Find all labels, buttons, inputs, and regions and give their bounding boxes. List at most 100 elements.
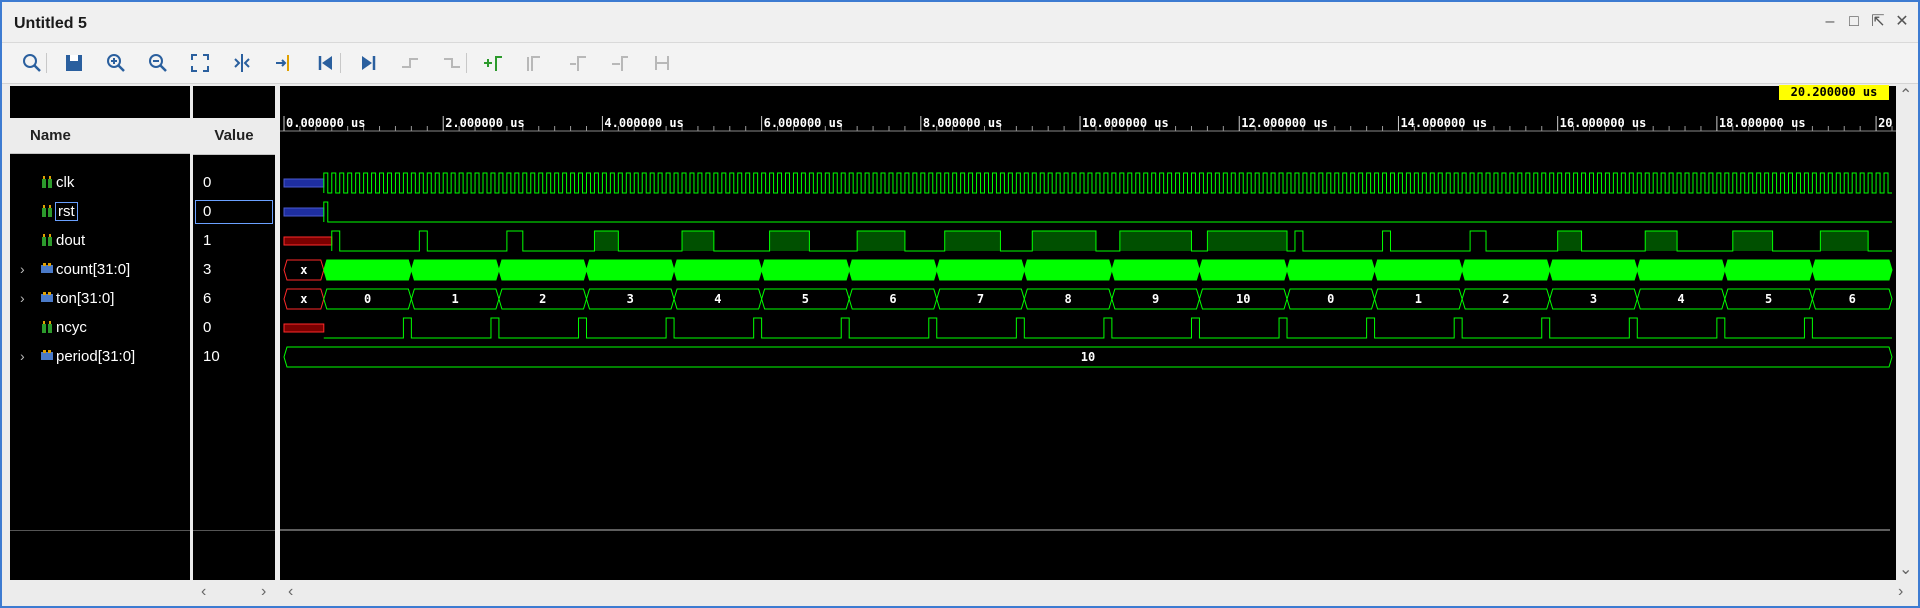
ton-bus-label: 5 [1765,292,1772,306]
search-icon[interactable] [20,51,44,75]
signal-value-row[interactable]: 1 [193,227,275,255]
go-to-cursor-icon[interactable] [272,51,296,75]
signal-row[interactable]: › period[31:0] [10,343,190,371]
count-bus-segment [498,259,588,281]
toolbar-separator [46,53,47,73]
waveform-canvas[interactable]: 0.000000 us 2.000000 us 4.000000 us 6.00000… [280,86,1896,580]
scroll-right-icon[interactable]: › [1898,582,1903,602]
close-icon[interactable]: ✕ [1892,12,1912,32]
count-bus-segment [585,259,675,281]
dout-high-fill [1732,231,1773,251]
chevron-right-icon[interactable]: › [20,348,25,364]
time-tick-label: 16.000000 us [1560,116,1647,130]
signal-value: 0 [203,319,212,336]
zoom-out-icon[interactable] [146,51,170,75]
bit-signal-icon [40,175,54,189]
maximize-icon[interactable]: □ [1844,12,1864,32]
chevron-right-icon[interactable]: › [20,290,25,306]
value-column-header[interactable]: Value [193,118,275,155]
fix-cursor-icon[interactable] [650,51,674,75]
signal-row[interactable]: clk [10,169,190,197]
signal-value-row[interactable]: 6 [193,285,275,313]
scroll-up-icon[interactable]: ⌃ [1899,86,1912,106]
swap-cursors-icon[interactable] [608,51,632,75]
ton-bus-label: 6 [1849,292,1856,306]
ton-bus-label: 4 [1677,292,1684,306]
next-marker-icon[interactable] [566,51,590,75]
signal-row[interactable]: › count[31:0] [10,256,190,284]
dout-high-fill [857,231,905,251]
signal-name-panel: Name clk rst dout › count[31:0] › ton[31:0] ncy… [10,86,190,580]
ton-bus-label: 1 [1415,292,1422,306]
previous-transition-icon[interactable] [398,51,422,75]
bus-signal-icon [40,291,54,305]
count-bus-segment [1811,259,1893,281]
rst-waveform [323,201,1892,223]
scroll-right-icon[interactable]: › [261,582,266,602]
signal-value: 1 [203,232,212,249]
ton-bus-label: x [300,292,307,306]
zoom-in-icon[interactable] [104,51,128,75]
dout-high-fill [1820,231,1869,251]
ton-bus-label: 8 [1064,292,1071,306]
count-bus-segment [848,259,938,281]
signal-value: 0 [203,203,212,220]
zoom-fit-icon[interactable] [188,51,212,75]
time-tick-label: 20 [1878,116,1892,130]
scroll-left-icon[interactable]: ‹ [201,582,206,602]
time-tick-label: 10.000000 us [1082,116,1169,130]
signal-name: dout [56,232,86,249]
bit-signal-icon [40,204,54,218]
time-tick-label: 14.000000 us [1400,116,1487,130]
time-tick-label: 18.000000 us [1719,116,1806,130]
signal-value-row[interactable]: 3 [193,256,275,284]
signal-value-row[interactable]: 0 [193,198,275,226]
signal-name: count[31:0] [56,261,131,278]
clk-waveform [323,172,1892,194]
signal-row[interactable]: ncyc [10,314,190,342]
signal-value-row[interactable]: 0 [193,314,275,342]
name-column-header[interactable]: Name [10,118,190,154]
dout-high-fill [1645,231,1678,251]
signal-name: ncyc [56,319,87,336]
bus-signal-icon [40,262,54,276]
add-marker-icon[interactable] [482,51,506,75]
count-bus-segment [1111,259,1200,281]
cursor-time-label: 20.200000 us [1779,85,1889,100]
scroll-left-icon[interactable]: ‹ [288,582,293,602]
save-icon[interactable] [62,51,86,75]
signal-value-row[interactable]: 10 [193,343,275,371]
dout-high-fill [769,231,810,251]
ton-bus-label: 4 [714,292,721,306]
previous-marker-icon[interactable] [524,51,548,75]
ton-bus-label: 0 [1327,292,1334,306]
dout-undefined-segment [283,236,333,246]
signal-value: 3 [203,261,212,278]
signal-row[interactable]: rst [10,198,190,226]
chevron-right-icon[interactable]: › [20,261,25,277]
ton-bus-label: 0 [364,292,371,306]
ton-bus-label: 2 [539,292,546,306]
ton-bus-label: 7 [977,292,984,306]
next-transition-icon[interactable] [440,51,464,75]
window-title: Untitled 5 [14,15,87,32]
value-horizontal-scrollbar[interactable]: ‹ › [193,582,275,602]
count-bus-segment [410,259,500,281]
signal-row[interactable]: › ton[31:0] [10,285,190,313]
go-to-last-time-icon[interactable] [356,51,380,75]
restore-icon[interactable]: ⇱ [1868,12,1888,32]
signal-value-row[interactable]: 0 [193,169,275,197]
minimize-icon[interactable]: – [1820,12,1840,32]
title-bar: Untitled 5 – □ ⇱ ✕ [2,2,1918,43]
panel-divider [10,530,190,531]
count-bus-segment [936,259,1025,281]
ton-bus-label: 2 [1502,292,1509,306]
signal-row[interactable]: dout [10,227,190,255]
wave-horizontal-scrollbar[interactable]: ‹ › [280,582,1914,602]
vertical-scrollbar[interactable]: ⌃ ⌄ [1896,86,1914,580]
go-to-time-zero-icon[interactable] [314,51,338,75]
scroll-down-icon[interactable]: ⌄ [1899,560,1912,580]
cursor-to-zoom-icon[interactable] [230,51,254,75]
count-bus-label: x [300,263,307,277]
ncyc-waveform [323,317,1892,339]
